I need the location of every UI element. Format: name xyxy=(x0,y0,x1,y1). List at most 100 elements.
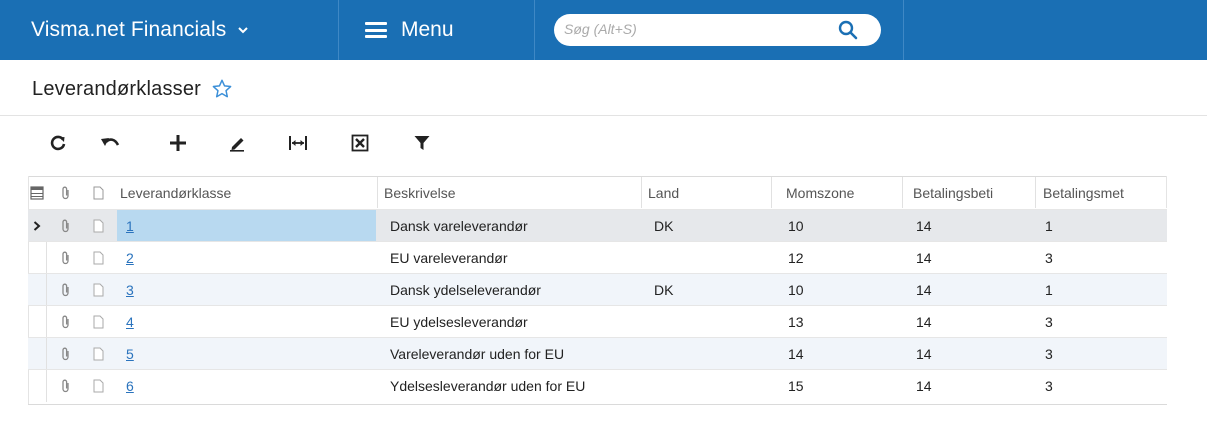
excel-export-icon xyxy=(351,134,369,152)
col-header-betalingsbetingelser[interactable]: Betalingsbeti xyxy=(902,177,1037,208)
cell-betalingsmetode: 3 xyxy=(1045,314,1053,330)
row-note[interactable] xyxy=(88,210,108,242)
grid-bottom-border xyxy=(28,404,1167,405)
filter-icon xyxy=(414,136,430,150)
col-header-betalingsmetode[interactable]: Betalingsmet xyxy=(1035,177,1168,208)
cell-momszone: 10 xyxy=(788,282,804,298)
refresh-button[interactable] xyxy=(42,128,74,158)
table-row[interactable]: 4 EU ydelsesleverandør 13 14 3 xyxy=(28,305,1167,338)
row-attachment[interactable] xyxy=(56,210,76,242)
paperclip-icon xyxy=(62,219,69,233)
grid-header: Leverandørklasse Beskrivelse Land Momszo… xyxy=(28,177,1167,208)
edit-button[interactable] xyxy=(222,128,254,158)
export-excel-button[interactable] xyxy=(344,128,376,158)
star-outline-icon[interactable] xyxy=(211,78,233,100)
filter-button[interactable] xyxy=(406,128,438,158)
undo-icon xyxy=(101,138,120,146)
cell-betalingsmetode: 3 xyxy=(1045,346,1053,362)
undo-button[interactable] xyxy=(94,128,126,158)
cell-leverandorklasse[interactable]: 1 xyxy=(126,210,134,242)
cell-momszone: 15 xyxy=(788,378,804,394)
row-attachment[interactable] xyxy=(56,306,76,338)
cell-betalingsbetingelser: 14 xyxy=(916,378,932,394)
page-title: Leverandørklasser xyxy=(32,77,202,100)
add-button[interactable] xyxy=(162,128,194,158)
paperclip-icon xyxy=(62,186,69,199)
row-attachment[interactable] xyxy=(56,338,76,370)
vendor-class-link[interactable]: 4 xyxy=(126,314,134,330)
row-selector[interactable] xyxy=(28,306,47,338)
vendor-class-link[interactable]: 6 xyxy=(126,378,134,394)
document-icon xyxy=(93,283,103,297)
document-icon xyxy=(93,251,103,265)
cell-leverandorklasse[interactable]: 4 xyxy=(126,306,134,338)
grid-settings-cell[interactable] xyxy=(28,177,46,208)
fit-columns-button[interactable] xyxy=(282,128,314,158)
row-selector[interactable] xyxy=(28,370,47,402)
table-row[interactable]: 6 Ydelsesleverandør uden for EU 15 14 3 xyxy=(28,369,1167,402)
cell-betalingsbetingelser: 14 xyxy=(916,346,932,362)
data-grid: Leverandørklasse Beskrivelse Land Momszo… xyxy=(28,176,1167,405)
col-header-leverandorklasse[interactable]: Leverandørklasse xyxy=(117,177,376,208)
col-header-beskrivelse[interactable]: Beskrivelse xyxy=(377,177,642,208)
paperclip-icon xyxy=(62,251,69,265)
cell-betalingsbetingelser: 14 xyxy=(916,218,932,234)
vendor-class-link[interactable]: 1 xyxy=(126,218,134,234)
row-note[interactable] xyxy=(88,242,108,274)
cell-momszone: 13 xyxy=(788,314,804,330)
paperclip-icon xyxy=(62,379,69,393)
col-header-label: Momszone xyxy=(786,184,855,201)
document-icon xyxy=(93,315,103,329)
company-switcher[interactable]: Visma.net Financials xyxy=(0,0,339,60)
row-note[interactable] xyxy=(88,338,108,370)
vendor-class-link[interactable]: 3 xyxy=(126,282,134,298)
row-note[interactable] xyxy=(88,370,108,402)
selected-cell-highlight xyxy=(117,210,376,242)
cell-betalingsbetingelser: 14 xyxy=(916,250,932,266)
row-selector[interactable] xyxy=(30,210,44,242)
search-icon[interactable] xyxy=(837,19,859,41)
cell-momszone: 14 xyxy=(788,346,804,362)
row-attachment[interactable] xyxy=(56,370,76,402)
app-title: Visma.net Financials xyxy=(31,18,227,41)
row-note[interactable] xyxy=(88,306,108,338)
row-selector[interactable] xyxy=(28,338,47,370)
col-header-land[interactable]: Land xyxy=(641,177,773,208)
table-row[interactable]: 3 Dansk ydelseleverandør DK 10 14 1 xyxy=(28,273,1167,306)
cell-leverandorklasse[interactable]: 5 xyxy=(126,338,134,370)
row-attachment[interactable] xyxy=(56,274,76,306)
cell-beskrivelse: EU ydelsesleverandør xyxy=(390,314,528,330)
menu-label: Menu xyxy=(401,18,454,41)
search-input[interactable] xyxy=(564,21,834,37)
row-attachment[interactable] xyxy=(56,242,76,274)
page-header: Leverandørklasser xyxy=(32,72,233,106)
document-icon xyxy=(93,347,103,361)
row-selector[interactable] xyxy=(28,274,47,306)
cell-leverandorklasse[interactable]: 6 xyxy=(126,370,134,402)
note-column-header xyxy=(88,177,108,208)
table-row[interactable]: 2 EU vareleverandør 12 14 3 xyxy=(28,241,1167,274)
vendor-class-link[interactable]: 5 xyxy=(126,346,134,362)
menu-button[interactable]: Menu xyxy=(340,0,535,60)
table-row[interactable]: 1 Dansk vareleverandør DK 10 14 1 xyxy=(28,209,1167,242)
cell-betalingsbetingelser: 14 xyxy=(916,314,932,330)
cell-beskrivelse: EU vareleverandør xyxy=(390,250,508,266)
col-header-label: Land xyxy=(648,184,680,201)
vendor-class-link[interactable]: 2 xyxy=(126,250,134,266)
row-note[interactable] xyxy=(88,274,108,306)
refresh-icon xyxy=(50,135,66,151)
col-header-momszone[interactable]: Momszone xyxy=(771,177,914,208)
row-selector[interactable] xyxy=(28,242,47,274)
document-icon xyxy=(93,379,103,393)
cell-momszone: 10 xyxy=(788,218,804,234)
col-header-label: Leverandørklasse xyxy=(120,184,232,201)
col-header-label: Beskrivelse xyxy=(384,184,456,201)
top-bar: Visma.net Financials Menu xyxy=(0,0,1207,60)
cell-land: DK xyxy=(654,282,674,298)
cell-leverandorklasse[interactable]: 2 xyxy=(126,242,134,274)
cell-leverandorklasse[interactable]: 3 xyxy=(126,274,134,306)
fit-width-icon xyxy=(289,136,307,150)
cell-beskrivelse: Vareleverandør uden for EU xyxy=(390,346,565,362)
cell-betalingsmetode: 3 xyxy=(1045,250,1053,266)
table-row[interactable]: 5 Vareleverandør uden for EU 14 14 3 xyxy=(28,337,1167,370)
